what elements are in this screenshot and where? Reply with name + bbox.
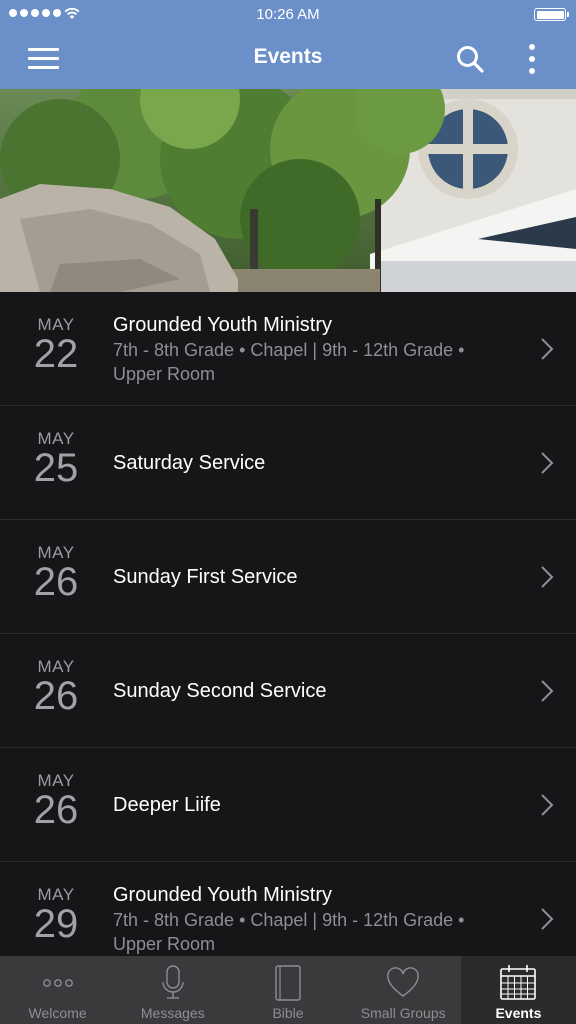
event-row[interactable]: MAY 26 Sunday First Service [0,520,576,634]
calendar-icon [500,965,537,1000]
status-time: 10:26 AM [256,6,320,23]
search-icon[interactable] [455,44,485,74]
event-day: 22 [33,332,79,376]
tab-events[interactable]: Events [460,956,576,1024]
event-date: MAY 26 [22,542,90,602]
event-subtitle: 7th - 8th Grade • Chapel | 9th - 12th Gr… [113,340,465,384]
chevron-right-icon [541,338,554,360]
chevron-right-icon [541,794,554,816]
tab-bible[interactable]: Bible [230,956,345,1024]
event-day: 29 [33,902,79,946]
event-day: 26 [33,674,79,718]
event-date: MAY 26 [22,656,90,716]
more-options-icon[interactable] [522,42,542,76]
event-title: Saturday Service [113,452,266,474]
event-date: MAY 25 [22,428,90,488]
more-dots-icon [42,979,73,987]
tab-label: Small Groups [360,1005,446,1021]
book-icon [275,965,301,1001]
tab-label: Bible [272,1005,304,1021]
event-row[interactable]: MAY 25 Saturday Service [0,406,576,520]
event-title: Sunday First Service [113,566,298,588]
event-day: 25 [33,446,79,490]
chevron-right-icon [541,566,554,588]
navigation-bar: Events [0,30,576,89]
chevron-right-icon [541,680,554,702]
event-title: Grounded Youth Ministry [113,314,333,336]
tab-bar: Welcome Messages Bible Small Groups Even… [0,956,576,1024]
microphone-icon [162,965,184,999]
chevron-right-icon [541,452,554,474]
event-title: Grounded Youth Ministry [113,884,333,906]
event-date: MAY 29 [22,884,90,944]
tab-welcome[interactable]: Welcome [0,956,115,1024]
event-row[interactable]: MAY 26 Deeper Liife [0,748,576,862]
chevron-right-icon [541,908,554,930]
tab-messages[interactable]: Messages [115,956,230,1024]
tab-label: Events [495,1005,542,1021]
tab-label: Welcome [28,1005,87,1021]
battery-icon [534,8,569,21]
event-title: Deeper Liife [113,794,221,816]
event-title: Sunday Second Service [113,680,327,702]
page-title: Events [253,45,323,68]
heart-icon [387,967,420,997]
event-day: 26 [33,560,79,604]
tab-label: Messages [140,1005,205,1021]
event-day: 26 [33,788,79,832]
event-date: MAY 22 [22,314,90,374]
event-date: MAY 26 [22,770,90,830]
event-row[interactable]: MAY 22 Grounded Youth Ministry 7th - 8th… [0,292,576,406]
tab-small-groups[interactable]: Small Groups [346,956,461,1024]
status-bar: 10:26 AM [0,0,576,30]
event-row[interactable]: MAY 26 Sunday Second Service [0,634,576,748]
event-subtitle: 7th - 8th Grade • Chapel | 9th - 12th Gr… [113,910,465,954]
events-list: MAY 22 Grounded Youth Ministry 7th - 8th… [0,292,576,976]
church-hero-image [0,89,576,292]
